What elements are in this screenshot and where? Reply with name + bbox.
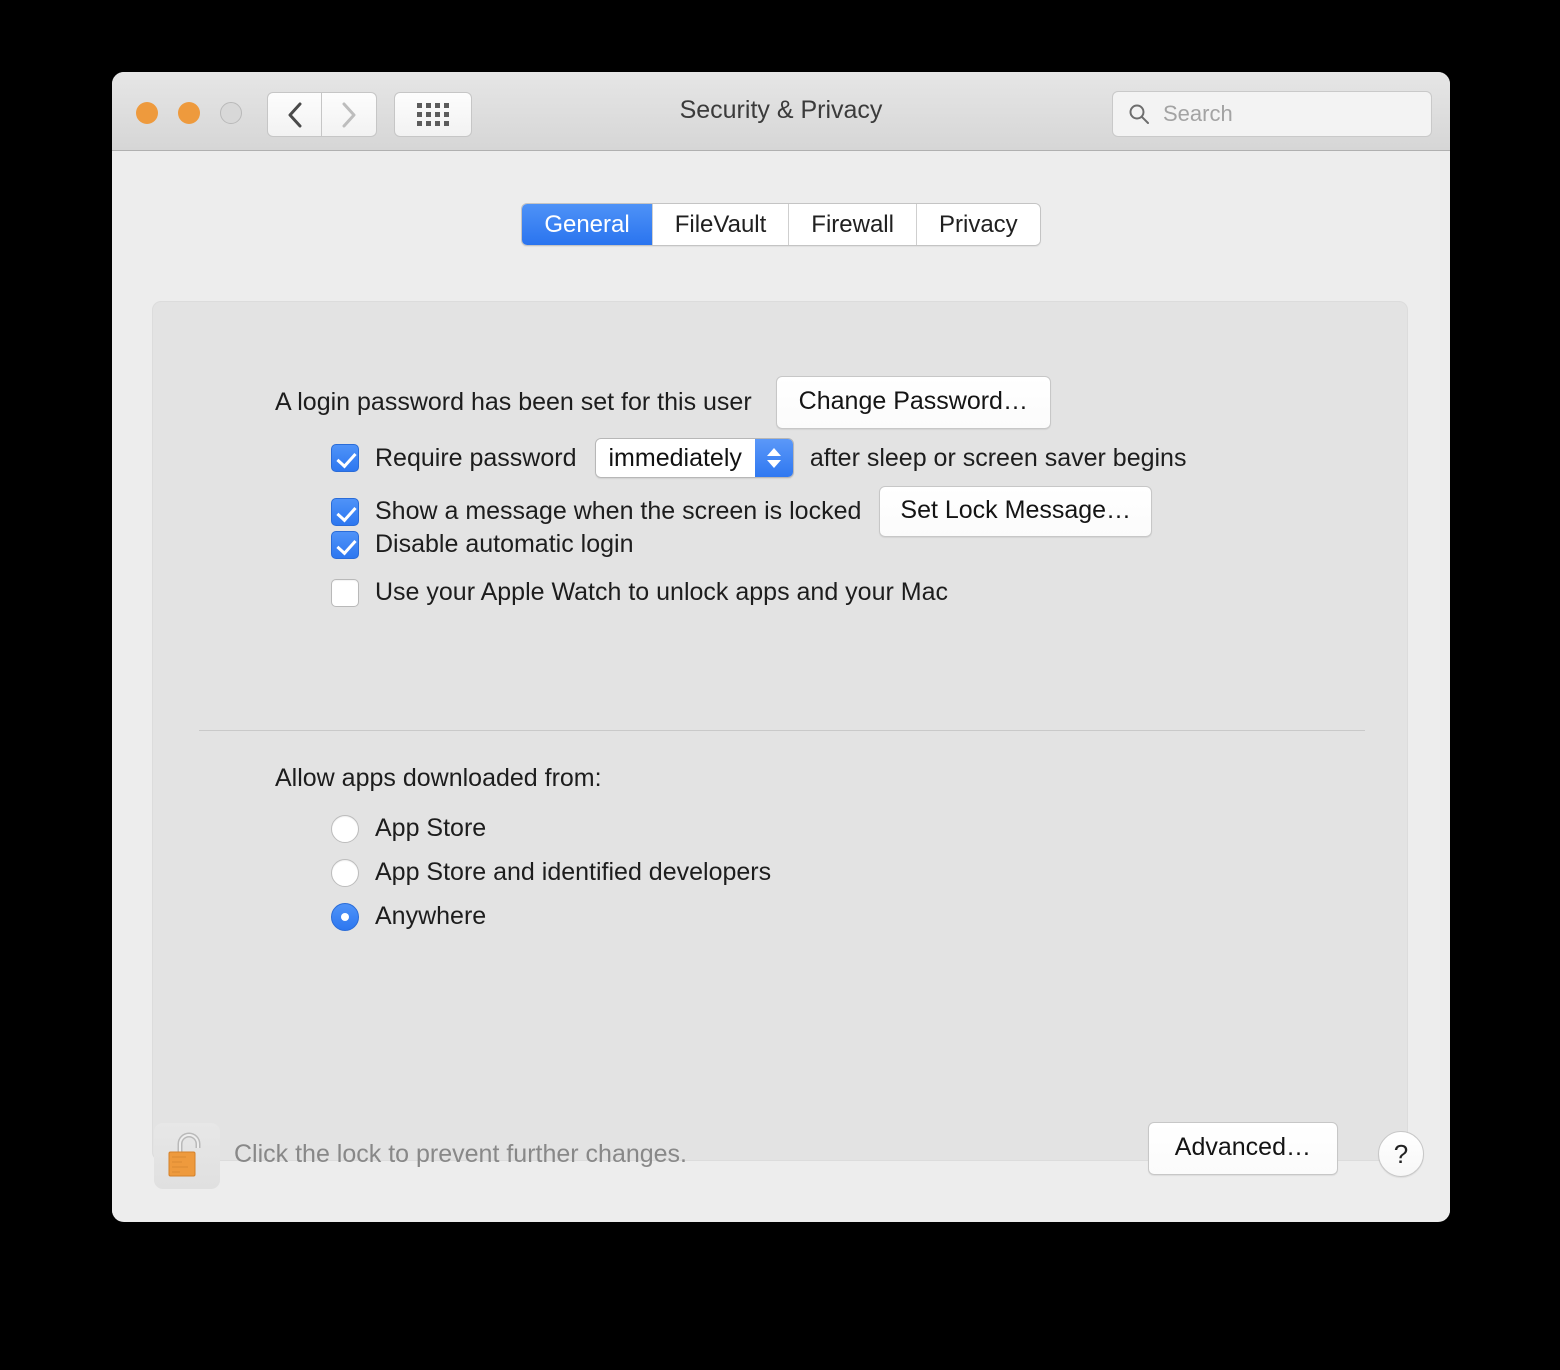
lock-status-text: Click the lock to prevent further change… [234,1140,687,1169]
password-status-row: A login password has been set for this u… [275,376,1051,429]
back-button[interactable] [267,92,322,137]
chevron-left-icon [285,100,305,130]
advanced-button[interactable]: Advanced… [1148,1122,1338,1175]
chevron-up-icon [767,448,781,456]
apple-watch-label: Use your Apple Watch to unlock apps and … [375,578,948,607]
tab-general[interactable]: General [522,204,651,245]
zoom-button[interactable] [220,102,242,124]
password-delay-stepper[interactable] [755,439,793,477]
tab-firewall[interactable]: Firewall [788,204,916,245]
radio-button[interactable] [331,815,359,843]
radio-label: App Store [375,814,486,843]
require-password-checkbox[interactable] [331,444,359,472]
show-all-grid-icon [417,103,449,126]
change-password-button[interactable]: Change Password… [776,376,1051,429]
disable-auto-login-checkbox[interactable] [331,531,359,559]
apple-watch-checkbox[interactable] [331,579,359,607]
require-password-suffix: after sleep or screen saver begins [810,444,1187,473]
show-lock-message-checkbox[interactable] [331,498,359,526]
allow-apps-title: Allow apps downloaded from: [275,764,602,793]
general-tab-panel: A login password has been set for this u… [152,301,1408,1161]
tab-bar: General FileVault Firewall Privacy [112,203,1450,246]
radio-button[interactable] [331,903,359,931]
lock-toggle-button[interactable] [154,1123,220,1189]
section-divider [199,730,1365,731]
search-input[interactable]: Search [1112,91,1432,137]
radio-option-app-store[interactable]: App Store [331,814,486,843]
radio-option-anywhere[interactable]: Anywhere [331,902,486,931]
tab-privacy[interactable]: Privacy [916,204,1040,245]
minimize-button[interactable] [178,102,200,124]
close-button[interactable] [136,102,158,124]
radio-option-identified-developers[interactable]: App Store and identified developers [331,858,771,887]
require-password-label: Require password [375,444,577,473]
search-placeholder: Search [1163,101,1233,127]
segmented-control: General FileVault Firewall Privacy [521,203,1040,246]
radio-button[interactable] [331,859,359,887]
password-delay-popup[interactable]: immediately [595,438,794,478]
apple-watch-row: Use your Apple Watch to unlock apps and … [331,578,948,607]
security-privacy-window: Security & Privacy Search General FileVa… [112,72,1450,1222]
show-all-button[interactable] [394,92,472,137]
forward-button[interactable] [322,92,377,137]
set-lock-message-button[interactable]: Set Lock Message… [879,486,1152,537]
radio-label: Anywhere [375,902,486,931]
navigation-buttons [267,92,377,137]
chevron-down-icon [767,460,781,468]
traffic-lights [136,102,242,124]
disable-auto-login-row: Disable automatic login [331,530,633,559]
window-titlebar: Security & Privacy Search [112,72,1450,151]
password-status-label: A login password has been set for this u… [275,388,752,417]
disable-auto-login-label: Disable automatic login [375,530,633,559]
radio-label: App Store and identified developers [375,858,771,887]
require-password-row: Require password immediately after sleep… [331,438,1186,478]
help-button[interactable]: ? [1378,1131,1424,1177]
tab-filevault[interactable]: FileVault [652,204,789,245]
chevron-right-icon [339,100,359,130]
search-icon [1127,102,1151,126]
show-lock-message-label: Show a message when the screen is locked [375,497,861,526]
password-delay-value: immediately [596,439,755,477]
preferences-content: General FileVault Firewall Privacy A log… [112,151,1450,1221]
unlocked-padlock-icon [164,1130,210,1182]
